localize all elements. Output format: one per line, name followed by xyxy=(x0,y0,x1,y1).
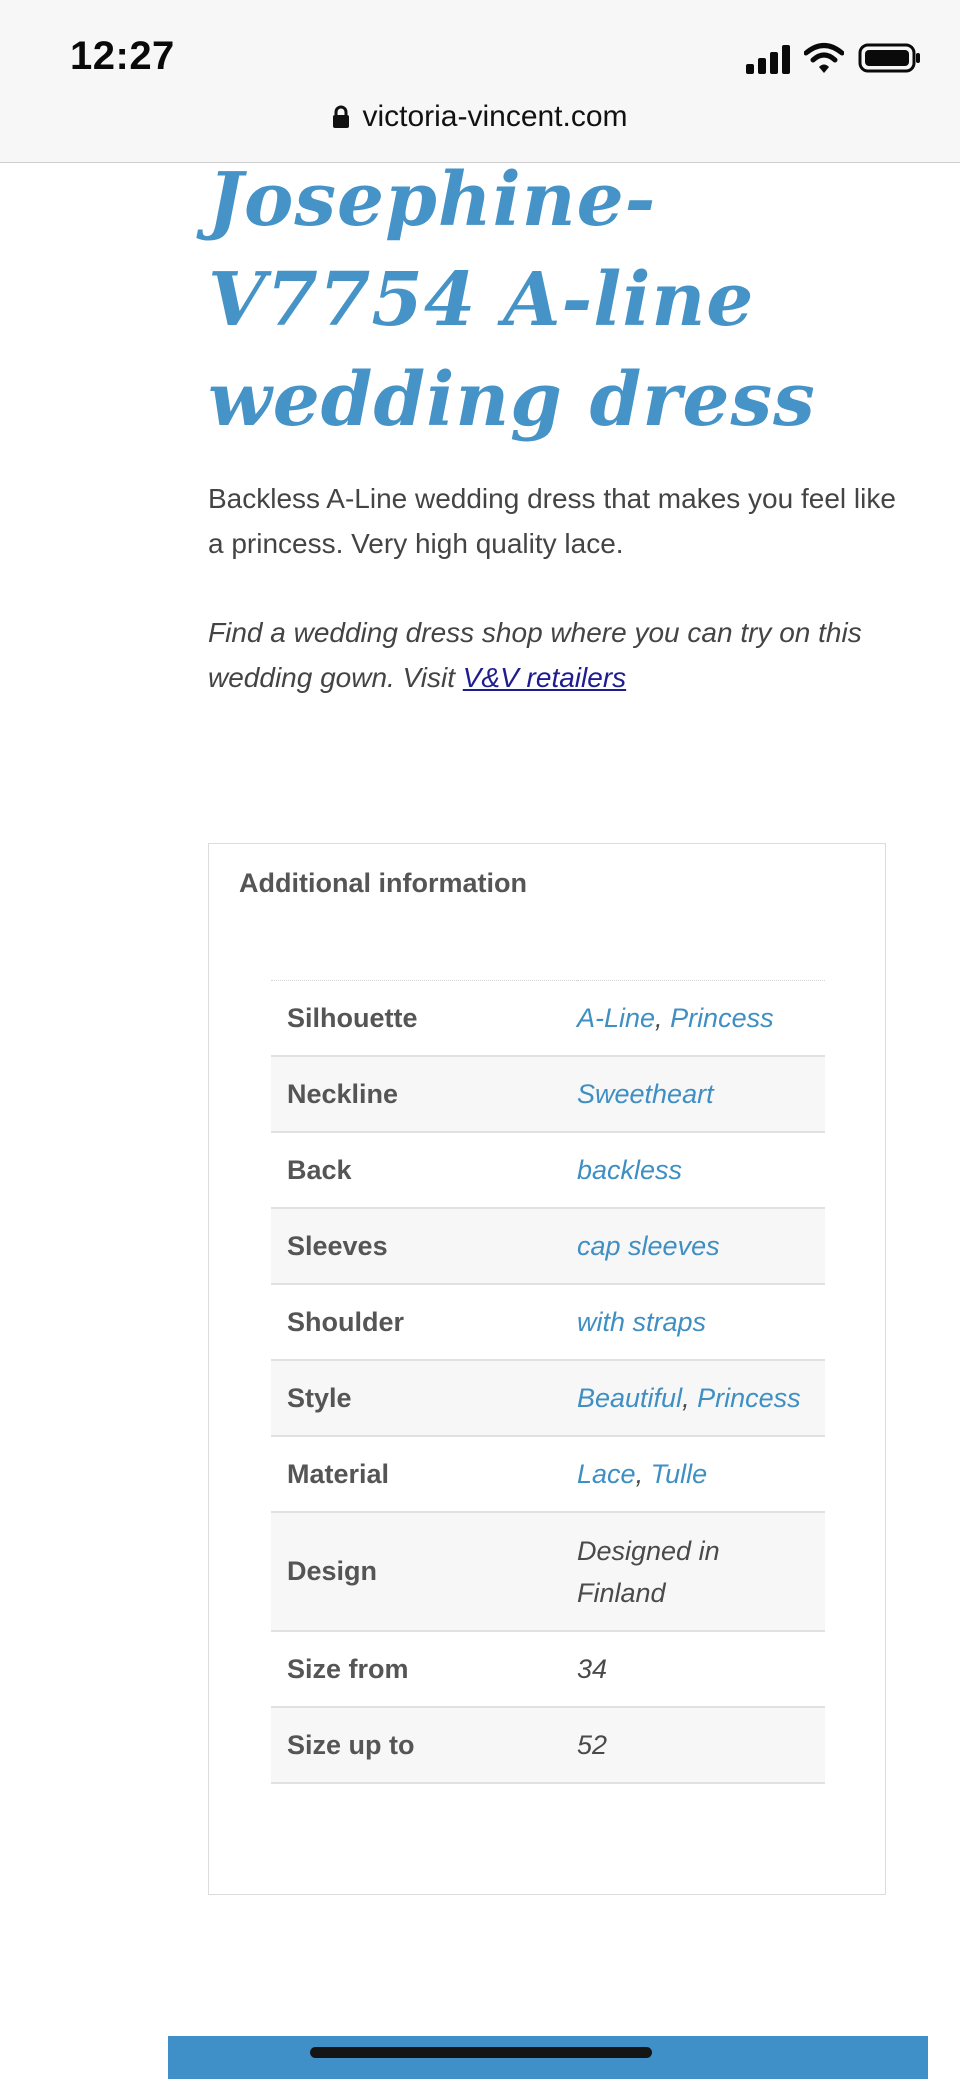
attribute-value-text: Designed in Finland xyxy=(577,1535,720,1608)
table-row: Sleeves cap sleeves xyxy=(271,1208,825,1284)
attribute-value-link[interactable]: Beautiful xyxy=(577,1383,682,1413)
attributes-table: Silhouette A-Line, Princess Neckline Sweeth… xyxy=(271,980,825,1784)
address-bar[interactable]: victoria-vincent.com xyxy=(0,100,960,134)
table-row: Size from 34 xyxy=(271,1631,825,1707)
find-retailer-text: Find a wedding dress shop where you can … xyxy=(208,610,898,700)
attribute-value-text: 52 xyxy=(577,1730,608,1760)
table-row: Material Lace, Tulle xyxy=(271,1436,825,1512)
attribute-value-link[interactable]: backless xyxy=(577,1155,682,1185)
value-separator: , xyxy=(682,1383,698,1413)
product-content: Josephine-V7754 A-line wedding dress Bac… xyxy=(208,150,898,700)
attribute-value-link[interactable]: A-Line xyxy=(577,1003,655,1033)
signal-icon xyxy=(746,44,790,74)
attribute-value: 34 xyxy=(577,1631,825,1707)
attribute-value-link[interactable]: with straps xyxy=(577,1307,706,1337)
table-row: Style Beautiful, Princess xyxy=(271,1360,825,1436)
attribute-label: Material xyxy=(287,1458,390,1489)
attribute-value: Beautiful, Princess xyxy=(577,1360,825,1436)
attribute-label: Sleeves xyxy=(287,1230,388,1261)
table-row: Size up to 52 xyxy=(271,1707,825,1783)
retailers-link[interactable]: V&V retailers xyxy=(463,662,626,693)
attribute-value: with straps xyxy=(577,1284,825,1360)
attribute-value-link[interactable]: cap sleeves xyxy=(577,1231,720,1261)
attribute-value-link[interactable]: Tulle xyxy=(651,1459,708,1489)
attribute-value: cap sleeves xyxy=(577,1208,825,1284)
attribute-label: Silhouette xyxy=(287,1002,418,1033)
lock-icon xyxy=(333,105,350,128)
attribute-value-text: 34 xyxy=(577,1654,608,1684)
battery-icon xyxy=(858,43,920,73)
attribute-label: Size up to xyxy=(287,1729,415,1760)
product-description: Backless A-Line wedding dress that makes… xyxy=(208,483,896,559)
attribute-value-link[interactable]: Sweetheart xyxy=(577,1079,714,1109)
additional-info-box: Additional information Silhouette A-Line,… xyxy=(208,843,886,1895)
attribute-label: Size from xyxy=(287,1653,409,1684)
attribute-label: Back xyxy=(287,1154,352,1185)
attribute-value-link[interactable]: Princess xyxy=(670,1003,774,1033)
attribute-value: A-Line, Princess xyxy=(577,981,825,1057)
value-separator: , xyxy=(655,1003,671,1033)
status-bar: 12:27 victoria-vincent.com xyxy=(0,0,960,163)
product-title: Josephine-V7754 A-line wedding dress xyxy=(208,157,816,443)
attribute-label: Design xyxy=(287,1556,378,1586)
attribute-value: Designed in Finland xyxy=(577,1512,825,1631)
attribute-value-link[interactable]: Princess xyxy=(697,1383,801,1413)
attribute-label: Neckline xyxy=(287,1078,399,1109)
table-row: Silhouette A-Line, Princess xyxy=(271,981,825,1057)
wifi-icon xyxy=(804,43,844,73)
attribute-value: Sweetheart xyxy=(577,1056,825,1132)
attribute-label: Style xyxy=(287,1382,352,1413)
additional-info-title: Additional information xyxy=(239,868,527,898)
status-time: 12:27 xyxy=(70,34,175,78)
attribute-value-link[interactable]: Lace xyxy=(577,1459,636,1489)
status-icons xyxy=(746,42,922,74)
table-row: Design Designed in Finland xyxy=(271,1512,825,1631)
table-row: Neckline Sweetheart xyxy=(271,1056,825,1132)
url-text: victoria-vincent.com xyxy=(362,100,628,133)
table-row: Shoulder with straps xyxy=(271,1284,825,1360)
attribute-label: Shoulder xyxy=(287,1306,405,1337)
home-indicator xyxy=(310,2047,652,2058)
attribute-value: Lace, Tulle xyxy=(577,1436,825,1512)
table-row: Back backless xyxy=(271,1132,825,1208)
value-separator: , xyxy=(635,1459,651,1489)
attribute-value: backless xyxy=(577,1132,825,1208)
attribute-value: 52 xyxy=(577,1707,825,1783)
